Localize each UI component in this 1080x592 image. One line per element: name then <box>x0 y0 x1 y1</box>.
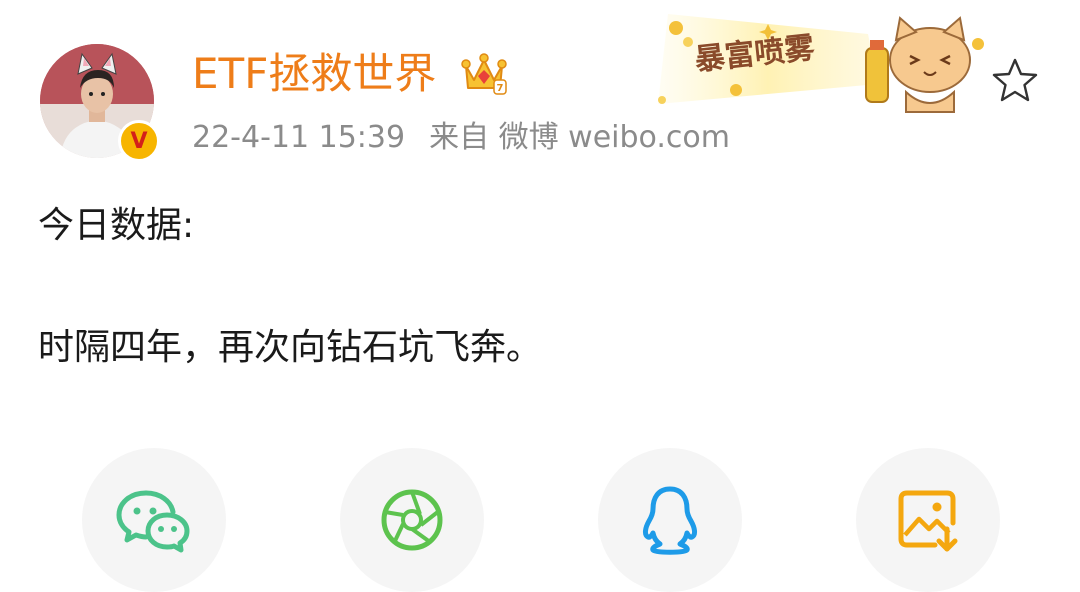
favorite-star-icon[interactable] <box>990 56 1040 106</box>
wechat-icon <box>116 490 190 553</box>
card-decoration: 暴富喷雾 <box>658 14 984 113</box>
post-text-line: 时隔四年，再次向钻石坑飞奔。 <box>38 327 543 368</box>
moments-icon <box>381 489 443 551</box>
qq-icon <box>643 486 697 555</box>
share-wechat-button[interactable] <box>82 448 226 592</box>
save-image-icon <box>898 490 958 552</box>
share-qq-button[interactable] <box>598 448 742 592</box>
post-source-prefix: 来自 <box>429 120 490 155</box>
post-meta: 22-4-11 15:39 来自 微博 weibo.com <box>192 116 730 160</box>
save-image-button[interactable] <box>856 448 1000 592</box>
post-timestamp: 22-4-11 15:39 <box>192 120 406 155</box>
verified-badge: V <box>118 120 160 162</box>
svg-text:7: 7 <box>497 83 504 94</box>
share-moments-button[interactable] <box>340 448 484 592</box>
post-source-name[interactable]: 微博 weibo.com <box>499 120 730 155</box>
vip-crown-icon[interactable]: 7 <box>460 50 508 96</box>
post-text-line: 今日数据: <box>38 205 195 246</box>
username[interactable]: ETF拯救世界 <box>192 48 436 100</box>
